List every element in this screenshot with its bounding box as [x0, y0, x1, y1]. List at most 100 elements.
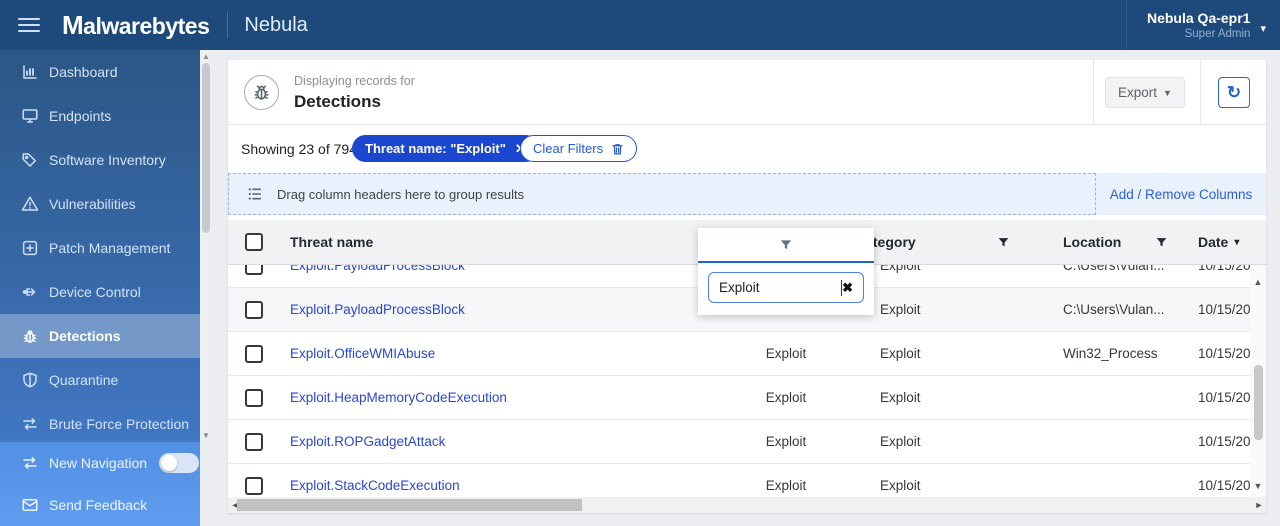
column-header-category[interactable]: Category	[855, 234, 1010, 250]
shield-icon	[21, 371, 39, 389]
table-row[interactable]: Exploit.HeapMemoryCodeExecution Exploit …	[228, 376, 1266, 420]
sidebar-item-patch-management[interactable]: Patch Management	[0, 226, 200, 270]
filtered-column-header[interactable]	[698, 228, 874, 263]
chevron-down-icon[interactable]: ▾	[1260, 22, 1266, 35]
column-header-location[interactable]: Location	[1010, 234, 1190, 250]
type-cell: Exploit	[765, 390, 807, 405]
location-cell: Win32_Process	[1063, 346, 1158, 361]
threat-name-link[interactable]: Exploit.ROPGadgetAttack	[290, 434, 698, 449]
sidebar-item-software-inventory[interactable]: Software Inventory	[0, 138, 200, 182]
new-navigation-toggle[interactable]	[159, 453, 200, 473]
clear-filters-button[interactable]: Clear Filters	[520, 135, 638, 162]
type-cell: Exploit	[765, 346, 807, 361]
category-cell: Exploit	[880, 390, 921, 405]
refresh-button[interactable]: ↻	[1218, 77, 1250, 108]
threat-name-link[interactable]: Exploit.PayloadProcessBlock	[290, 302, 698, 317]
export-button[interactable]: Export ▼	[1105, 77, 1185, 108]
warning-icon	[21, 195, 39, 213]
dashboard-icon	[21, 63, 39, 81]
column-header-threat-name[interactable]: Threat name	[290, 234, 698, 250]
threat-name-link[interactable]: Exploit.OfficeWMIAbuse	[290, 346, 698, 361]
category-cell: Exploit	[880, 302, 921, 317]
category-cell: Exploit	[880, 346, 921, 361]
scroll-up-icon[interactable]: ▲	[1250, 277, 1266, 287]
detections-bug-icon	[244, 75, 279, 110]
topbar-divider	[1126, 0, 1127, 50]
sidebar-item-dashboard[interactable]: Dashboard	[0, 50, 200, 94]
sidebar-item-brute-force-protection[interactable]: Brute Force Protection	[0, 402, 200, 442]
table-row[interactable]: Exploit.ROPGadgetAttack Exploit Exploit …	[228, 420, 1266, 464]
product-name: Nebula	[244, 13, 308, 36]
location-cell: C:\Users\Vulan...	[1063, 265, 1165, 273]
sidebar-item-endpoints[interactable]: Endpoints	[0, 94, 200, 138]
sort-desc-icon: ▾	[1234, 236, 1240, 248]
table-row[interactable]: Exploit.OfficeWMIAbuse Exploit Exploit W…	[228, 332, 1266, 376]
trash-icon	[612, 143, 623, 154]
top-bar: Malwarebytes Nebula Nebula Qa-epr1 Super…	[0, 0, 1280, 50]
clear-input-icon[interactable]: ✖	[842, 280, 853, 296]
type-cell: Exploit	[765, 478, 807, 493]
detections-panel: Displaying records for Detections Export…	[228, 60, 1266, 513]
swap-arrows-icon	[21, 454, 39, 472]
brand-text: alwarebytes	[83, 12, 210, 39]
panel-eyebrow: Displaying records for	[294, 74, 415, 88]
threat-name-link[interactable]: Exploit.HeapMemoryCodeExecution	[290, 390, 698, 405]
sidebar-item-vulnerabilities[interactable]: Vulnerabilities	[0, 182, 200, 226]
category-cell: Exploit	[880, 478, 921, 493]
horizontal-scrollbar-thumb[interactable]	[237, 499, 582, 511]
type-cell: Exploit	[765, 434, 807, 449]
table-vertical-scrollbar[interactable]: ▲ ▼	[1250, 265, 1266, 497]
sidebar-item-new-navigation[interactable]: New Navigation	[0, 442, 200, 484]
category-cell: Exploit	[880, 265, 921, 273]
vertical-scrollbar-thumb[interactable]	[1254, 365, 1263, 440]
envelope-icon	[21, 496, 39, 514]
page-title: Detections	[294, 92, 381, 111]
column-header-date[interactable]: Date ▾	[1190, 234, 1266, 250]
threat-name-link[interactable]: Exploit.StackCodeExecution	[290, 478, 698, 493]
scroll-down-icon[interactable]: ▼	[1250, 481, 1266, 491]
threat-name-link[interactable]: Exploit.PayloadProcessBlock	[290, 265, 698, 273]
sidebar-item-quarantine[interactable]: Quarantine	[0, 358, 200, 402]
group-list-icon	[248, 188, 262, 200]
filter-summary-row: Showing 23 of 794. Threat name: "Exploit…	[228, 125, 1266, 172]
row-checkbox[interactable]	[245, 300, 263, 319]
tags-icon	[21, 151, 39, 169]
group-drop-zone[interactable]: Drag column headers here to group result…	[228, 173, 1096, 215]
user-name: Nebula Qa-epr1	[1146, 10, 1251, 26]
filter-text-input[interactable]: Exploit ✖	[708, 272, 864, 303]
row-checkbox[interactable]	[245, 432, 263, 451]
select-all-checkbox[interactable]	[245, 233, 263, 251]
filter-funnel-icon[interactable]	[1155, 236, 1168, 249]
scroll-down-icon[interactable]: ▼	[200, 431, 212, 440]
divider	[1093, 60, 1094, 125]
sidebar-item-device-control[interactable]: Device Control	[0, 270, 200, 314]
column-filter-popup: Exploit ✖	[698, 228, 874, 315]
sidebar-scrollbar-thumb[interactable]	[202, 63, 210, 233]
table-horizontal-scrollbar[interactable]: ◄ ►	[228, 497, 1266, 513]
add-remove-columns-link[interactable]: Add / Remove Columns	[1096, 173, 1266, 215]
table-row[interactable]: Exploit.StackCodeExecution Exploit Explo…	[228, 464, 1266, 497]
filter-funnel-icon[interactable]	[997, 236, 1010, 249]
record-count: Showing 23 of 794.	[241, 140, 361, 157]
row-checkbox[interactable]	[245, 476, 263, 495]
row-checkbox[interactable]	[245, 388, 263, 407]
divider	[1200, 60, 1201, 125]
group-bar: Drag column headers here to group result…	[228, 173, 1266, 215]
scroll-up-icon[interactable]: ▲	[200, 52, 212, 61]
malwarebytes-logo: Malwarebytes	[62, 9, 210, 40]
toggle-knob	[161, 455, 178, 471]
chevron-down-icon: ▼	[1163, 88, 1172, 98]
endpoints-icon	[21, 107, 39, 125]
sidebar-scrollbar[interactable]: ▲ ▼	[200, 50, 212, 442]
sidebar-item-detections[interactable]: Detections	[0, 314, 200, 358]
scroll-right-icon[interactable]: ►	[1252, 497, 1266, 513]
swap-arrows-icon	[21, 415, 39, 433]
user-menu[interactable]: Nebula Qa-epr1 Super Admin ▾	[1147, 0, 1266, 50]
active-filter-chip[interactable]: Threat name: "Exploit" ✕	[352, 135, 539, 162]
bug-icon	[21, 327, 39, 345]
row-checkbox[interactable]	[245, 344, 263, 363]
sidebar-item-send-feedback[interactable]: Send Feedback	[0, 484, 200, 526]
row-checkbox[interactable]	[245, 265, 263, 275]
hamburger-menu-icon[interactable]	[18, 14, 40, 36]
location-cell: C:\Users\Vulan...	[1063, 302, 1165, 317]
